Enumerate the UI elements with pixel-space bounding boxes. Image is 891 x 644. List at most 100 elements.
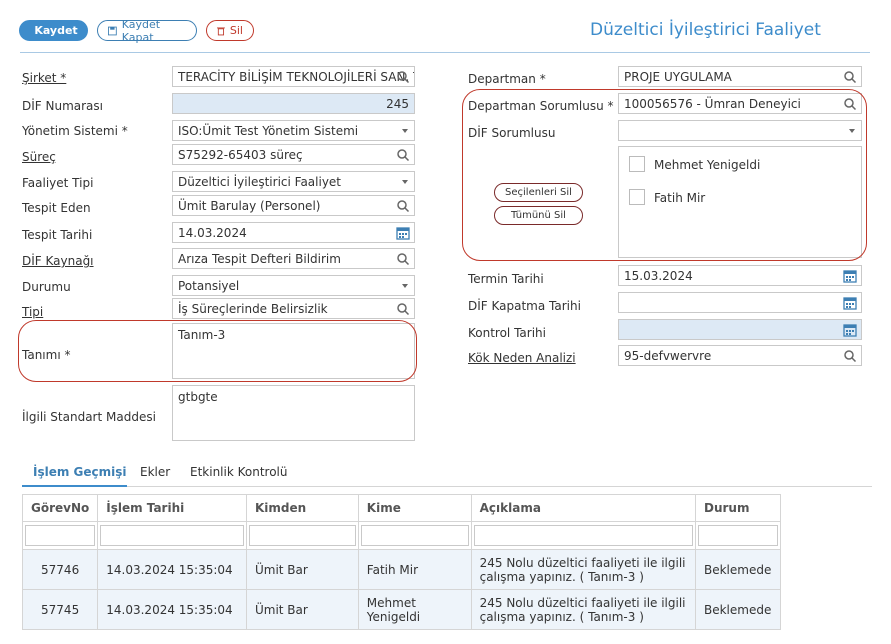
dif-no-field: 245 (172, 93, 415, 114)
tespit-tarihi-value: 14.03.2024 (178, 225, 247, 240)
dep-sorumlu-field[interactable]: 100056576 - Ümran Deneyici (618, 93, 862, 114)
kapatma-field[interactable] (618, 292, 862, 313)
termin-label: Termin Tarihi (468, 272, 544, 286)
kok-neden-value: 95-defvwervre (624, 348, 712, 363)
tab-etkinlik-kontrolu[interactable]: Etkinlik Kontrolü (190, 465, 287, 479)
tespit-tarihi-label: Tespit Tarihi (22, 228, 93, 242)
cell-gorevno: 57746 (21, 549, 99, 590)
col-header-islem-tarihi[interactable]: İşlem Tarihi (97, 494, 247, 522)
calendar-icon[interactable] (843, 323, 857, 337)
delete-button[interactable]: Sil (206, 20, 254, 41)
tespit-eden-field[interactable]: Ümit Barulay (Personel) (172, 195, 415, 216)
filter-islem-tarihi[interactable] (100, 525, 244, 546)
kapatma-label: DİF Kapatma Tarihi (468, 299, 581, 313)
tab-ekler[interactable]: Ekler (140, 465, 170, 479)
kontrol-field[interactable] (618, 319, 862, 340)
search-icon[interactable] (843, 97, 857, 111)
person-name-1: Mehmet Yenigeldi (654, 158, 761, 172)
kontrol-label: Kontrol Tarihi (468, 326, 546, 340)
chevron-down-icon (849, 129, 855, 133)
kok-neden-label: Kök Neden Analizi (468, 351, 576, 365)
ilgili-textarea[interactable]: gtbgte (172, 385, 415, 441)
departman-field[interactable]: PROJE UYGULAMA (618, 66, 862, 87)
save-button-label: Kaydet (34, 24, 78, 37)
cell-kime: Fatih Mir (357, 549, 472, 590)
checkbox-person-1[interactable] (629, 156, 645, 172)
cell-islem-tarihi: 14.03.2024 15:35:04 (97, 549, 247, 590)
filter-kime[interactable] (360, 525, 469, 546)
sirket-value: TERACİTY BİLİŞİM TEKNOLOJİLERİ SAN. TİC. (178, 69, 415, 84)
dif-kaynagi-label: DİF Kaynağı (22, 254, 94, 268)
cell-kimden: Ümit Bar (245, 549, 359, 590)
faaliyet-tipi-select[interactable]: Düzeltici İyileştirici Faaliyet (172, 171, 415, 192)
tanimi-label: Tanımı * (22, 348, 71, 362)
search-icon[interactable] (396, 302, 410, 316)
dif-sorumlu-select[interactable] (618, 120, 862, 141)
calendar-icon[interactable] (843, 296, 857, 310)
delete-selected-button[interactable]: Seçilenleri Sil (494, 183, 583, 202)
dif-no-label: DİF Numarası (22, 99, 103, 113)
surec-label: Süreç (22, 150, 56, 164)
durumu-label: Durumu (22, 280, 71, 294)
search-icon[interactable] (843, 349, 857, 363)
tanimi-value: Tanım-3 (178, 328, 226, 342)
cell-aciklama: 245 Nolu düzeltici faaliyeti ile ilgili … (470, 589, 696, 630)
durumu-value: Potansiyel (178, 278, 240, 293)
chevron-down-icon (402, 180, 408, 184)
yonetim-select[interactable]: ISO:Ümit Test Yönetim Sistemi (172, 120, 415, 141)
dif-sorumlu-label: DİF Sorumlusu (468, 126, 556, 140)
tipi-field[interactable]: İş Süreçlerinde Belirsizlik (172, 298, 415, 319)
departman-label: Departman * (468, 72, 546, 86)
tespit-eden-value: Ümit Barulay (Personel) (178, 198, 321, 213)
filter-kimden[interactable] (248, 525, 356, 546)
cell-islem-tarihi: 14.03.2024 15:35:04 (97, 589, 247, 630)
dif-kaynagi-field[interactable]: Arıza Tespit Defteri Bildirim (172, 248, 415, 269)
faaliyet-tipi-label: Faaliyet Tipi (22, 176, 94, 190)
filter-durum[interactable] (697, 525, 778, 546)
checkbox-person-2[interactable] (629, 189, 645, 205)
tespit-tarihi-field[interactable]: 14.03.2024 (172, 222, 415, 243)
table-row[interactable]: 57745 14.03.2024 15:35:04 Ümit Bar Mehme… (21, 589, 782, 630)
kok-neden-field[interactable]: 95-defvwervre (618, 345, 862, 366)
calendar-icon[interactable] (843, 269, 857, 283)
surec-field[interactable]: S75292-65403 süreç (172, 144, 415, 165)
filter-aciklama[interactable] (473, 525, 693, 546)
delete-all-button[interactable]: Tümünü Sil (494, 206, 583, 225)
tanimi-textarea[interactable]: Tanım-3 (172, 323, 415, 379)
history-table: GörevNo İşlem Tarihi Kimden Kime Açıklam… (21, 494, 782, 630)
table-row[interactable]: 57746 14.03.2024 15:35:04 Ümit Bar Fatih… (21, 549, 782, 590)
surec-value: S75292-65403 süreç (178, 147, 303, 162)
chevron-down-icon (402, 284, 408, 288)
search-icon[interactable] (843, 70, 857, 84)
search-icon[interactable] (396, 148, 410, 162)
durumu-select[interactable]: Potansiyel (172, 275, 415, 296)
col-header-kime[interactable]: Kime (357, 494, 472, 522)
tipi-label: Tipi (22, 305, 44, 319)
search-icon[interactable] (396, 252, 410, 266)
tipi-value: İş Süreçlerinde Belirsizlik (178, 301, 328, 316)
save-button[interactable]: Kaydet (19, 20, 88, 41)
termin-field[interactable]: 15.03.2024 (618, 265, 862, 286)
col-header-kimden[interactable]: Kimden (245, 494, 359, 522)
floppy-disk-icon (108, 26, 117, 35)
calendar-icon[interactable] (396, 226, 410, 240)
col-header-durum[interactable]: Durum (694, 494, 782, 522)
chevron-down-icon (402, 129, 408, 133)
yonetim-label: Yönetim Sistemi * (22, 124, 128, 138)
cell-durum: Beklemede (694, 589, 782, 630)
tespit-eden-label: Tespit Eden (22, 201, 91, 215)
sirket-field[interactable]: TERACİTY BİLİŞİM TEKNOLOJİLERİ SAN. TİC. (172, 66, 415, 87)
cell-kimden: Ümit Bar (245, 589, 359, 630)
tab-islem-gecmisi[interactable]: İşlem Geçmişi (33, 465, 127, 479)
filter-gorevno[interactable] (25, 525, 96, 546)
dep-sorumlu-value: 100056576 - Ümran Deneyici (624, 96, 801, 111)
save-close-button[interactable]: Kaydet Kapat (97, 18, 197, 44)
delete-button-label: Sil (229, 24, 243, 37)
col-header-gorevno[interactable]: GörevNo (21, 494, 99, 522)
search-icon[interactable] (396, 199, 410, 213)
cell-gorevno: 57745 (21, 589, 99, 630)
search-icon[interactable] (396, 70, 410, 84)
col-header-aciklama[interactable]: Açıklama (470, 494, 696, 522)
cell-aciklama: 245 Nolu düzeltici faaliyeti ile ilgili … (470, 549, 696, 590)
departman-value: PROJE UYGULAMA (624, 69, 732, 84)
